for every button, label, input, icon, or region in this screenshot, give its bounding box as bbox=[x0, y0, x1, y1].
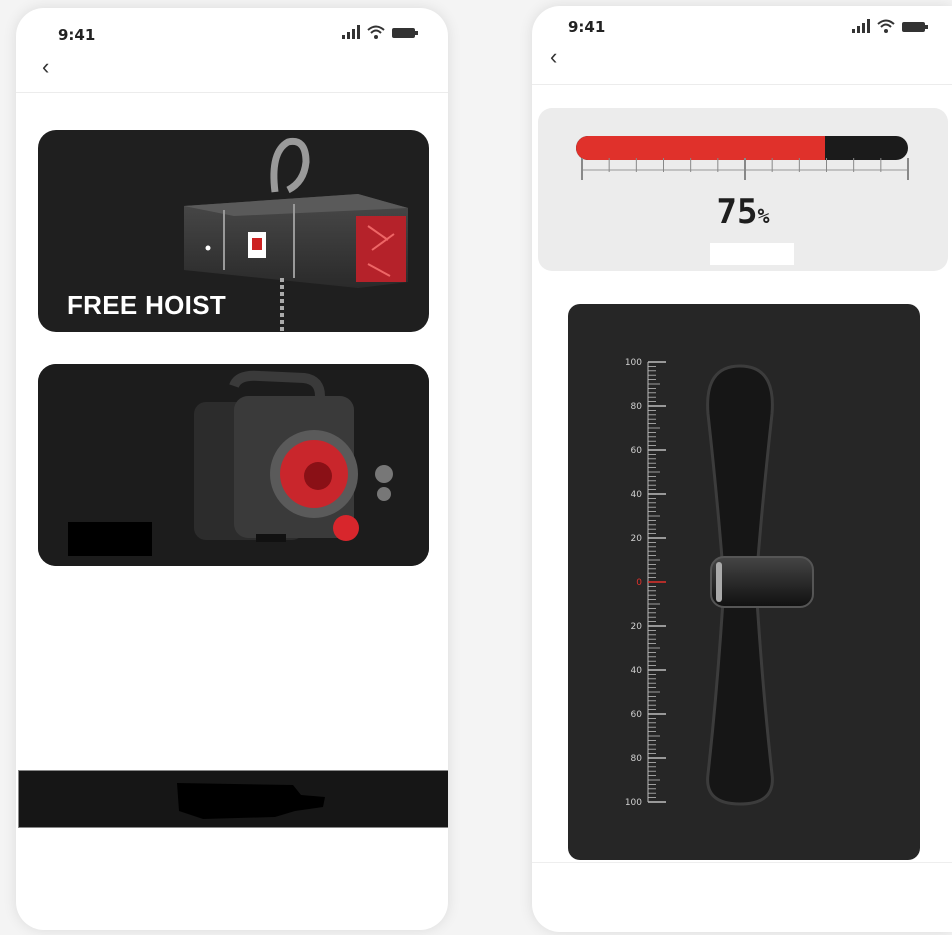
signal-icon bbox=[852, 19, 870, 33]
lever-handle[interactable] bbox=[710, 556, 814, 608]
phone-screen-hoist-control: 9:41 ‹ 75% 100 80 60 40 20 0 20 40 60 80 100 bbox=[532, 6, 952, 932]
confirm-button[interactable] bbox=[18, 770, 448, 828]
back-button[interactable]: ‹ bbox=[42, 56, 49, 78]
back-icon: ‹ bbox=[550, 44, 558, 69]
status-icons bbox=[852, 19, 928, 33]
load-gauge-value: 75% bbox=[716, 192, 770, 232]
status-icons bbox=[342, 25, 418, 39]
phone-screen-hoist-select: 9:41 ‹ FREE HOIST bbox=[16, 8, 448, 930]
signal-icon bbox=[342, 25, 360, 39]
speed-control-panel: 100 80 60 40 20 0 20 40 60 80 100 bbox=[568, 304, 920, 860]
redacted-button-label bbox=[177, 783, 325, 819]
load-gauge-fill bbox=[576, 136, 825, 160]
back-button[interactable]: ‹ bbox=[550, 46, 557, 68]
bottom-divider bbox=[532, 862, 952, 863]
winch-card-label bbox=[68, 522, 152, 556]
back-icon: ‹ bbox=[42, 54, 50, 79]
gauge-caption-placeholder bbox=[710, 243, 794, 265]
load-gauge-ticks bbox=[581, 158, 909, 180]
hoist-card-label: FREE HOIST bbox=[67, 290, 227, 320]
battery-icon bbox=[902, 22, 928, 32]
hoist-card[interactable]: FREE HOIST bbox=[38, 130, 429, 332]
load-gauge-bar bbox=[576, 136, 908, 160]
wifi-icon bbox=[877, 19, 895, 33]
status-time: 9:41 bbox=[568, 18, 606, 36]
status-time: 9:41 bbox=[58, 26, 96, 44]
nav-divider bbox=[532, 84, 952, 85]
wifi-icon bbox=[367, 25, 385, 39]
nav-divider bbox=[16, 92, 448, 93]
winch-card[interactable] bbox=[38, 364, 429, 566]
battery-icon bbox=[392, 28, 418, 38]
load-gauge-panel: 75% bbox=[538, 108, 948, 271]
